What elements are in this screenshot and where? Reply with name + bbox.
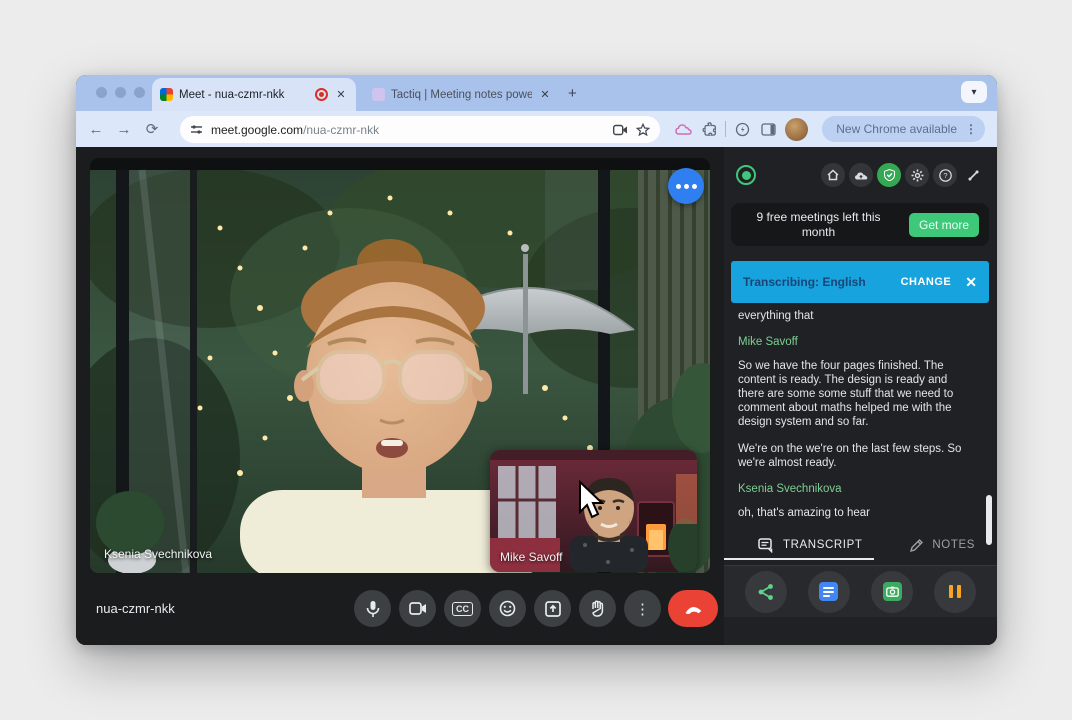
help-icon[interactable]: ? bbox=[933, 163, 957, 187]
url-path: /nua-czmr-nkk bbox=[303, 123, 379, 137]
site-info-icon[interactable] bbox=[190, 123, 203, 136]
more-options-button[interactable]: ⋮ bbox=[624, 590, 661, 627]
back-icon[interactable]: ← bbox=[82, 121, 110, 138]
tab-search-chevron-icon[interactable]: ▾ bbox=[961, 81, 987, 103]
maximize-window-button[interactable] bbox=[134, 87, 145, 98]
privacy-shield-icon[interactable] bbox=[877, 163, 901, 187]
mouse-cursor bbox=[576, 480, 606, 520]
active-tab-underline bbox=[724, 558, 874, 560]
quota-text: 9 free meetings left this month bbox=[741, 210, 896, 240]
tactiq-sidebar: ? 9 free meetings left this month Get mo… bbox=[724, 147, 997, 645]
close-banner-icon[interactable]: ✕ bbox=[965, 274, 977, 291]
transcript-speaker: Ksenia Svechnikova bbox=[738, 483, 976, 495]
tab-transcript[interactable]: TRANSCRIPT bbox=[758, 538, 862, 553]
recording-active-icon bbox=[736, 165, 756, 185]
new-tab-button[interactable]: + bbox=[568, 85, 577, 102]
bookmark-star-icon[interactable] bbox=[636, 123, 650, 137]
minimize-window-button[interactable] bbox=[115, 87, 126, 98]
profile-avatar[interactable] bbox=[785, 118, 808, 141]
get-more-button[interactable]: Get more bbox=[909, 213, 979, 237]
camera-capture-icon bbox=[883, 582, 902, 601]
tab-title: Meet - nua-czmr-nkk bbox=[179, 89, 309, 101]
export-to-docs-button[interactable] bbox=[808, 571, 850, 613]
change-language-button[interactable]: CHANGE bbox=[901, 276, 952, 288]
tab-strip: Meet - nua-czmr-nkk ✕ Tactiq | Meeting n… bbox=[76, 75, 997, 111]
performance-icon[interactable] bbox=[729, 116, 755, 142]
transcribing-banner: Transcribing: English CHANGE ✕ bbox=[731, 261, 989, 303]
reactions-button[interactable] bbox=[489, 590, 526, 627]
end-call-button[interactable] bbox=[668, 590, 718, 627]
sidebar-tabs: TRANSCRIPT NOTES bbox=[724, 530, 997, 560]
meet-page: Ksenia Svechnikova bbox=[76, 147, 997, 645]
present-screen-button[interactable] bbox=[534, 590, 571, 627]
browser-toolbar: ← → ⟳ meet.google.com/nua-czmr-nkk bbox=[76, 111, 997, 147]
microphone-button[interactable] bbox=[354, 590, 391, 627]
transcript-speaker: Mike Savoff bbox=[738, 336, 976, 348]
meet-control-bar: nua-czmr-nkk CC ⋮ bbox=[76, 573, 724, 645]
reload-icon[interactable]: ⟳ bbox=[138, 120, 166, 138]
address-bar[interactable]: meet.google.com/nua-czmr-nkk bbox=[180, 116, 660, 143]
recording-indicator-icon bbox=[315, 88, 328, 101]
tactiq-header: ? bbox=[724, 157, 997, 193]
forward-icon[interactable]: → bbox=[110, 121, 138, 138]
tactiq-chat-bubble-icon[interactable] bbox=[668, 168, 704, 204]
tab-notes-label: NOTES bbox=[932, 539, 975, 551]
transcript-text: oh, that's amazing to hear bbox=[738, 506, 976, 520]
raise-hand-button[interactable] bbox=[579, 590, 616, 627]
home-icon[interactable] bbox=[821, 163, 845, 187]
google-docs-icon bbox=[819, 582, 838, 601]
tactiq-favicon-icon bbox=[372, 88, 385, 101]
tab-tactiq[interactable]: Tactiq | Meeting notes powe ✕ bbox=[364, 78, 560, 111]
participant-name-label: Ksenia Svechnikova bbox=[104, 547, 212, 561]
cloud-sync-icon[interactable] bbox=[849, 163, 873, 187]
kebab-menu-icon[interactable]: ⋮ bbox=[965, 122, 977, 136]
transcript-panel[interactable]: everything that Mike Savoff So we have t… bbox=[738, 309, 976, 533]
transcript-chat-icon bbox=[758, 538, 775, 553]
transcript-text: everything that bbox=[738, 309, 976, 323]
pause-transcription-button[interactable] bbox=[934, 571, 976, 613]
url-domain: meet.google.com bbox=[211, 123, 303, 137]
transcribing-status-label: Transcribing: English bbox=[743, 275, 901, 289]
tab-meet[interactable]: Meet - nua-czmr-nkk ✕ bbox=[152, 78, 356, 111]
notes-pencil-icon bbox=[909, 538, 924, 553]
pip-name-label: Mike Savoff bbox=[500, 550, 562, 564]
meet-favicon-icon bbox=[160, 88, 173, 101]
chrome-update-label: New Chrome available bbox=[836, 122, 957, 136]
camera-button[interactable] bbox=[399, 590, 436, 627]
settings-gear-icon[interactable] bbox=[905, 163, 929, 187]
tab-notes[interactable]: NOTES bbox=[909, 538, 975, 553]
browser-window: Meet - nua-czmr-nkk ✕ Tactiq | Meeting n… bbox=[76, 75, 997, 645]
tab-title: Tactiq | Meeting notes powe bbox=[391, 89, 532, 101]
cc-label: CC bbox=[452, 602, 473, 616]
share-button[interactable] bbox=[745, 571, 787, 613]
pause-icon bbox=[949, 585, 961, 598]
quota-banner: 9 free meetings left this month Get more bbox=[731, 203, 989, 246]
extensions-puzzle-icon[interactable] bbox=[696, 116, 722, 142]
toolbar-divider bbox=[725, 121, 726, 137]
tactiq-action-bar bbox=[724, 565, 997, 617]
svg-text:?: ? bbox=[943, 171, 947, 180]
url-text[interactable]: meet.google.com/nua-czmr-nkk bbox=[211, 123, 605, 137]
captions-button[interactable]: CC bbox=[444, 590, 481, 627]
main-video-tile[interactable]: Ksenia Svechnikova bbox=[90, 158, 710, 573]
close-tab-icon[interactable]: ✕ bbox=[334, 88, 348, 101]
chrome-update-button[interactable]: New Chrome available ⋮ bbox=[822, 116, 985, 142]
detach-panel-icon[interactable] bbox=[961, 163, 985, 187]
tab-transcript-label: TRANSCRIPT bbox=[783, 539, 862, 551]
transcript-text: So we have the four pages finished. The … bbox=[738, 359, 976, 429]
camera-permission-icon[interactable] bbox=[613, 124, 628, 136]
close-tab-icon[interactable]: ✕ bbox=[538, 88, 552, 101]
transcript-text: We're on the we're on the last few steps… bbox=[738, 442, 976, 470]
tactiq-extension-icon[interactable] bbox=[670, 116, 696, 142]
close-window-button[interactable] bbox=[96, 87, 107, 98]
meeting-code-label: nua-czmr-nkk bbox=[96, 601, 175, 616]
side-panel-icon[interactable] bbox=[755, 116, 781, 142]
screenshot-button[interactable] bbox=[871, 571, 913, 613]
